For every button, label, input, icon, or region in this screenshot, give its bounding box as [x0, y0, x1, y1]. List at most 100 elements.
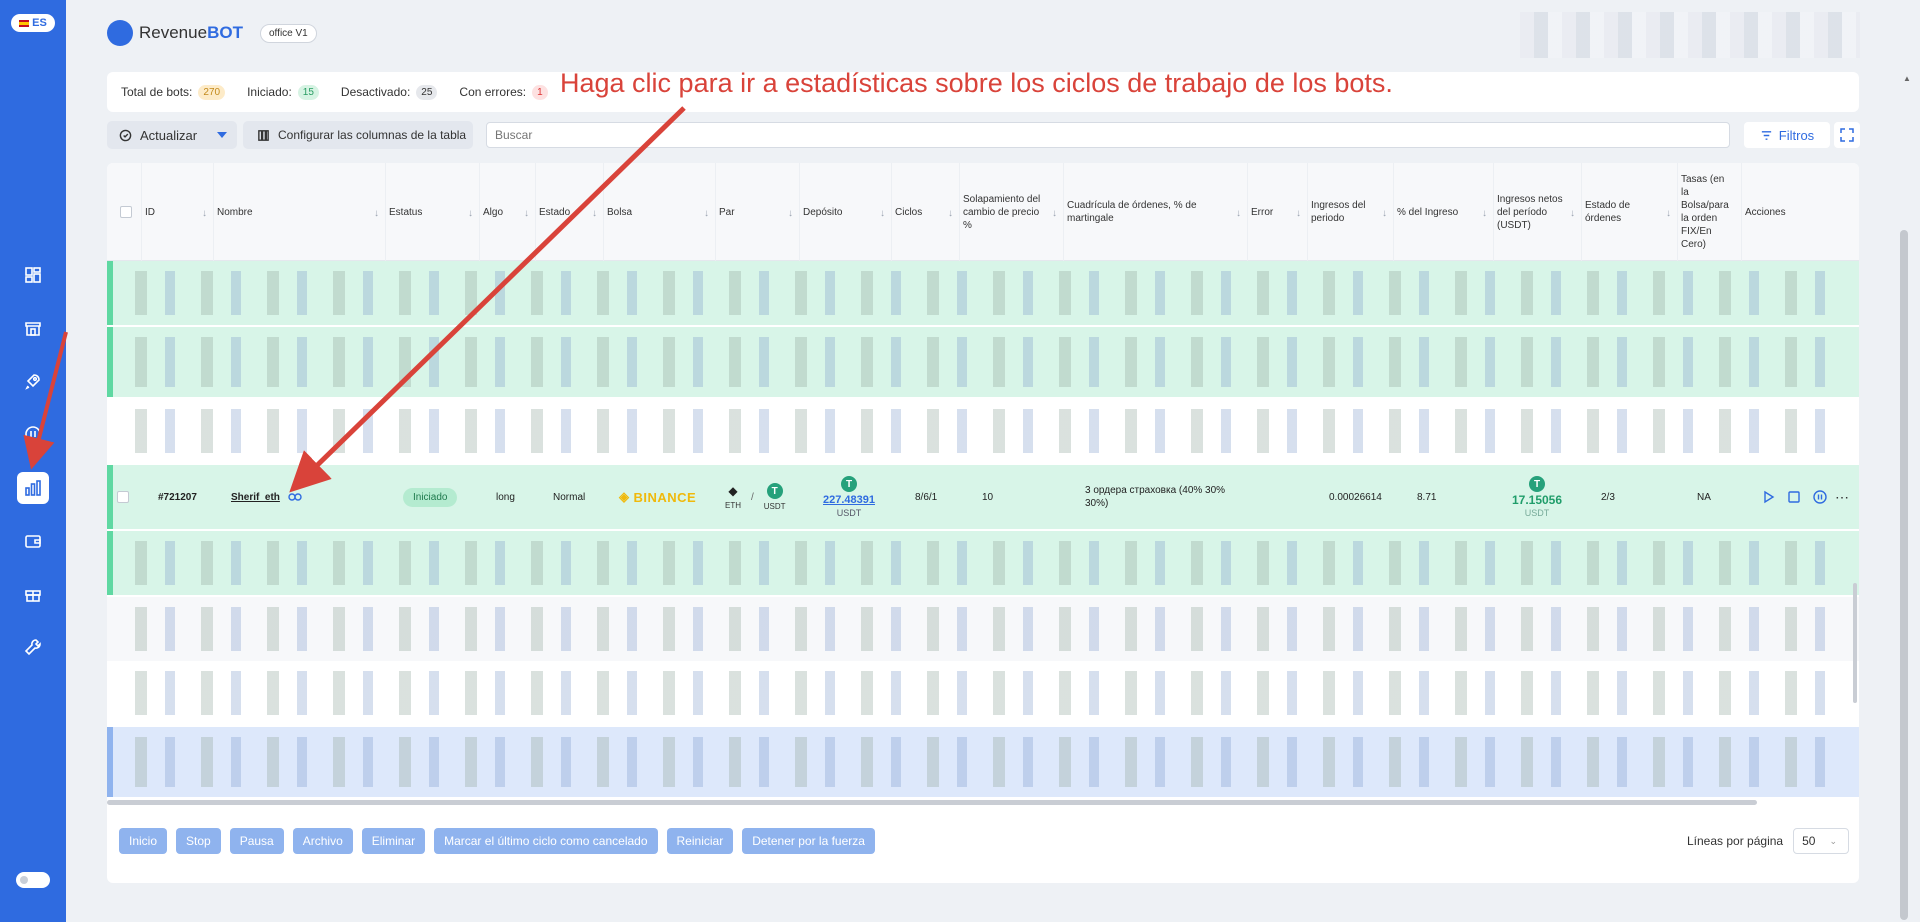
- mark-cycle-cancelled-button[interactable]: Marcar el último ciclo como cancelado: [434, 828, 658, 854]
- table-row[interactable]: [107, 727, 1859, 797]
- header-grid[interactable]: Cuadrícula de órdenes, % de martingale ↓: [1063, 163, 1247, 261]
- sort-icon[interactable]: ↓: [1666, 207, 1671, 220]
- row-checkbox[interactable]: [117, 491, 129, 503]
- header-id[interactable]: ID ↓: [141, 163, 213, 261]
- sort-icon[interactable]: ↓: [524, 207, 529, 220]
- pause-button[interactable]: Pausa: [229, 828, 284, 854]
- sort-icon[interactable]: ↓: [880, 207, 885, 220]
- vertical-scrollbar[interactable]: [1853, 583, 1857, 703]
- sort-icon[interactable]: ↓: [948, 207, 953, 220]
- stat-total[interactable]: Total de bots: 270: [121, 84, 226, 100]
- update-button[interactable]: Actualizar: [107, 121, 237, 149]
- nav-dashboard[interactable]: [17, 259, 49, 291]
- start-button[interactable]: Inicio: [119, 828, 168, 854]
- table-row[interactable]: [107, 661, 1859, 725]
- cell-orders-state: 2/3: [1601, 491, 1615, 503]
- sort-icon[interactable]: ↓: [704, 207, 709, 220]
- header-income-pct[interactable]: % del Ingreso ↓: [1393, 163, 1493, 261]
- fullscreen-icon: [1840, 128, 1854, 142]
- nav-store[interactable]: [17, 312, 49, 344]
- sort-icon[interactable]: ↓: [1236, 207, 1241, 220]
- filters-button[interactable]: Filtros: [1744, 122, 1830, 148]
- restart-button[interactable]: Reiniciar: [666, 828, 734, 854]
- theme-toggle[interactable]: [16, 872, 50, 888]
- stat-disabled[interactable]: Desactivado: 25: [341, 84, 438, 100]
- configure-columns-button[interactable]: Configurar las columnas de la tabla: [243, 121, 473, 149]
- cell-cycles: 8/6/1: [915, 491, 938, 503]
- scroll-up-arrow-icon[interactable]: ▲: [1903, 74, 1911, 83]
- header-select-all[interactable]: [107, 163, 141, 261]
- header-exchange[interactable]: Bolsa ↓: [603, 163, 715, 261]
- nav-tools[interactable]: [17, 631, 49, 663]
- filters-label: Filtros: [1778, 127, 1815, 143]
- header-error[interactable]: Error ↓: [1247, 163, 1307, 261]
- sort-icon[interactable]: ↓: [1296, 207, 1301, 220]
- tether-icon: T: [766, 483, 783, 499]
- header-name[interactable]: Nombre ↓: [213, 163, 385, 261]
- nav-statistics[interactable]: [17, 472, 49, 504]
- bot-name-link[interactable]: Sherif_eth: [231, 492, 280, 503]
- wallet-icon: [25, 535, 41, 548]
- stop-icon[interactable]: [1787, 490, 1801, 504]
- header-orders-state[interactable]: Estado de órdenes ↓: [1581, 163, 1677, 261]
- header-income[interactable]: Ingresos del periodo ↓: [1307, 163, 1393, 261]
- header-actions: Acciones: [1741, 163, 1859, 261]
- table-row[interactable]: [107, 327, 1859, 397]
- sort-icon[interactable]: ↓: [788, 207, 793, 220]
- table-row[interactable]: [107, 597, 1859, 661]
- header-deposit[interactable]: Depósito ↓: [799, 163, 891, 261]
- blurred-content: [135, 409, 1841, 453]
- archive-button[interactable]: Archivo: [292, 828, 353, 854]
- stat-errors[interactable]: Con errores: 1: [459, 84, 548, 100]
- logo[interactable]: RevenueBOT: [107, 20, 243, 46]
- logo-bot: BOT: [207, 23, 243, 42]
- header-fees[interactable]: Tasas (en la Bolsa/para la orden FIX/En …: [1677, 163, 1741, 261]
- nav-rocket[interactable]: [17, 365, 49, 397]
- deposit-link[interactable]: 227.48391: [823, 494, 875, 506]
- force-stop-button[interactable]: Detener por la fuerza: [742, 828, 875, 854]
- stop-button[interactable]: Stop: [176, 828, 221, 854]
- sort-icon[interactable]: ↓: [468, 207, 473, 220]
- chevron-down-icon[interactable]: [217, 132, 227, 138]
- table-header: ID ↓ Nombre ↓ Estatus ↓ Algo ↓ Estado ↓ Bolsa…: [107, 163, 1859, 261]
- link-icon[interactable]: [288, 492, 302, 502]
- spain-flag-icon: [19, 19, 30, 27]
- table-row[interactable]: [107, 531, 1859, 595]
- sort-icon[interactable]: ↓: [1052, 207, 1057, 220]
- language-switch[interactable]: ES: [11, 14, 55, 32]
- header-pair[interactable]: Par ↓: [715, 163, 799, 261]
- sort-icon[interactable]: ↓: [1570, 207, 1575, 220]
- page-scrollbar[interactable]: [1900, 230, 1908, 920]
- more-icon[interactable]: ⋯: [1835, 489, 1849, 506]
- stat-started[interactable]: Iniciado: 15: [247, 84, 319, 100]
- horizontal-scrollbar[interactable]: [107, 800, 1757, 805]
- fullscreen-button[interactable]: [1834, 122, 1860, 148]
- sort-icon[interactable]: ↓: [374, 207, 379, 220]
- header-status[interactable]: Estatus ↓: [385, 163, 479, 261]
- header-state[interactable]: Estado ↓: [535, 163, 603, 261]
- nav-gift[interactable]: [17, 578, 49, 610]
- select-all-checkbox[interactable]: [119, 206, 132, 218]
- sort-icon[interactable]: ↓: [1382, 207, 1387, 220]
- rows-per-page-select[interactable]: 50 ⌄: [1793, 828, 1850, 854]
- filter-icon: [1761, 130, 1771, 140]
- pause-icon[interactable]: [1813, 490, 1827, 504]
- header-cycles[interactable]: Ciclos ↓: [891, 163, 959, 261]
- table-row[interactable]: [107, 261, 1859, 325]
- sort-icon[interactable]: ↓: [592, 207, 597, 220]
- header-algo[interactable]: Algo ↓: [479, 163, 535, 261]
- blurred-content: [135, 737, 1841, 787]
- play-icon[interactable]: [1761, 490, 1775, 504]
- refresh-icon: [119, 129, 132, 141]
- nav-paused[interactable]: [17, 418, 49, 450]
- nav-wallet[interactable]: [17, 525, 49, 557]
- table-row[interactable]: [107, 399, 1859, 463]
- header-net-income[interactable]: Ingresos netos del período (USDT) ↓: [1493, 163, 1581, 261]
- sort-icon[interactable]: ↓: [1482, 207, 1487, 220]
- table-row-highlighted[interactable]: #721207 Sherif_eth Iniciado long Normal …: [107, 465, 1859, 529]
- search-input[interactable]: [486, 122, 1730, 148]
- sort-icon[interactable]: ↓: [202, 207, 207, 220]
- office-badge[interactable]: office V1: [260, 24, 317, 43]
- delete-button[interactable]: Eliminar: [361, 828, 426, 854]
- header-overlap[interactable]: Solapamiento del cambio de precio % ↓: [959, 163, 1063, 261]
